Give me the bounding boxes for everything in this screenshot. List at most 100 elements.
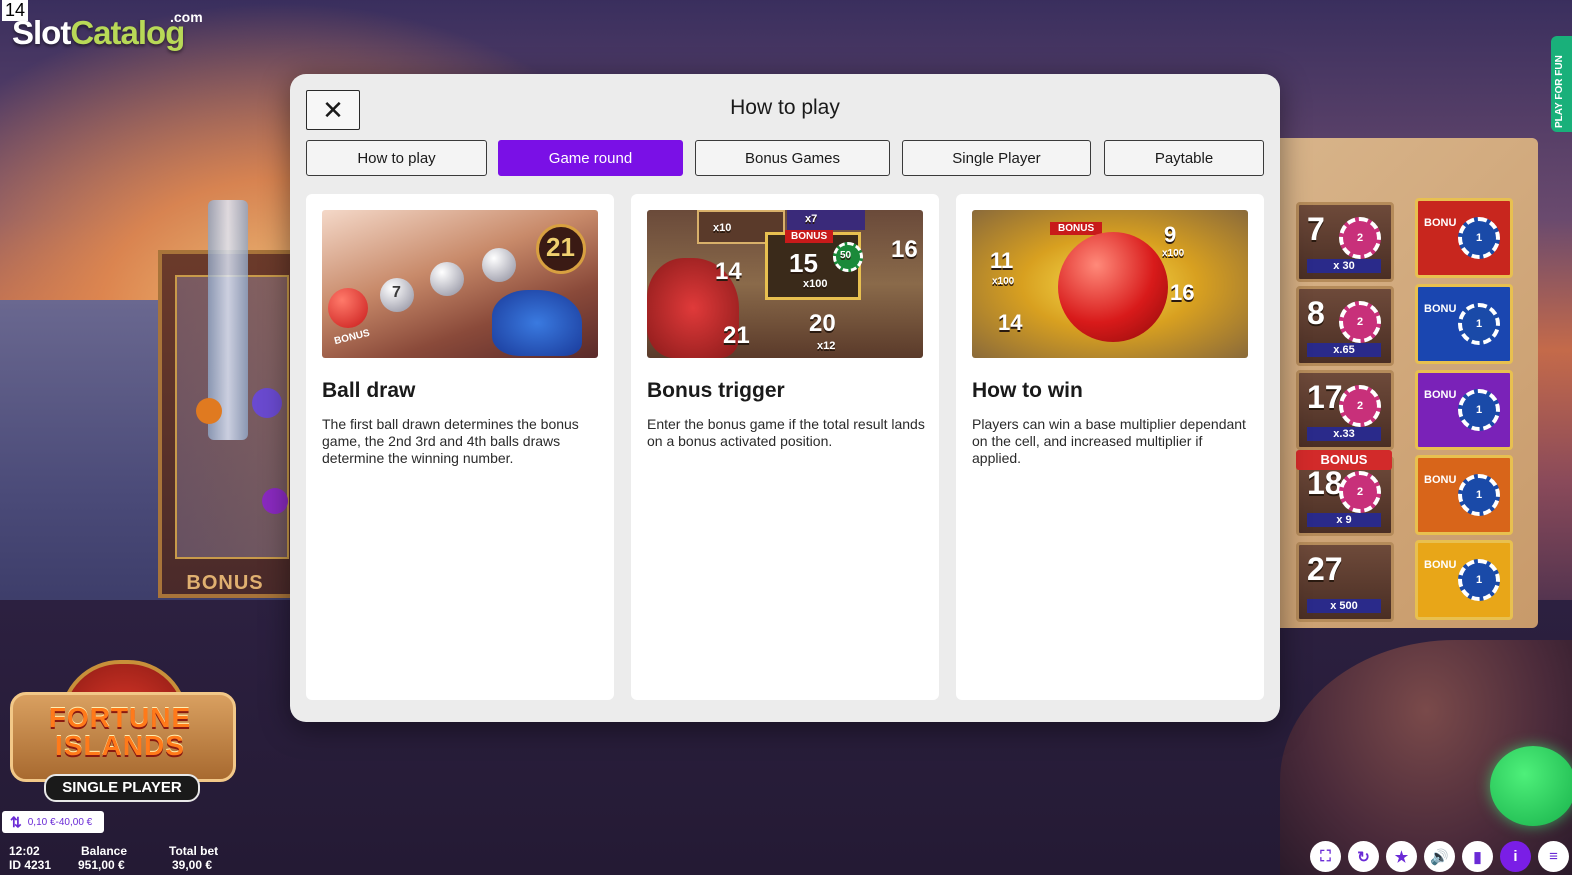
cell-number: 20	[809, 310, 836, 337]
multiplier-label: x100	[992, 276, 1015, 287]
logo-title-line2: ISLANDS	[55, 730, 185, 761]
bonus-trigger-illustration: x10 x7 14 BONUS 15 50 x100 16 21 20 x12	[647, 210, 923, 358]
card-title: Bonus trigger	[647, 379, 785, 402]
play-for-fun-tab[interactable]: PLAY FOR FUN	[1551, 36, 1572, 132]
board-cell-multiplier: x 500	[1307, 599, 1381, 613]
card-description: Enter the bonus game if the total result…	[647, 416, 925, 449]
hud-balance-value: 951,00 €	[78, 858, 125, 872]
autoplay-icon: ↻	[1357, 848, 1370, 866]
board-cell: 17 2 x.33	[1296, 370, 1394, 450]
board-cell-multiplier: x.33	[1307, 427, 1381, 441]
bet-range-button[interactable]: ⇅ 0,10 €-40,00 €	[2, 811, 104, 833]
tab-single-player[interactable]: Single Player	[902, 140, 1091, 176]
fullscreen-button[interactable]: ⛶	[1310, 841, 1341, 872]
card-how-to-win: 11 x100 14 BONUS 9 x100 16 How to win Pl…	[956, 194, 1264, 700]
modal-title: How to play	[730, 96, 840, 119]
board-bonus-chip: 1	[1458, 474, 1500, 516]
spin-button[interactable]	[1490, 746, 1572, 826]
grid-cell	[787, 210, 865, 230]
ball-number: 7	[392, 284, 401, 301]
multiplier-label: x7	[805, 213, 818, 225]
bonus-tag: BONUS	[333, 327, 371, 348]
hud-time: 12:02	[9, 844, 40, 858]
board-cell-multiplier: x 9	[1307, 513, 1381, 527]
brand-slot: Slot	[12, 14, 71, 51]
tab-how-to-play[interactable]: How to play	[306, 140, 487, 176]
brand-logo: SlotCatalog	[12, 14, 185, 52]
ship-sail-icon	[492, 290, 582, 356]
hud-session-id: ID 4231	[9, 858, 52, 872]
board-bonus-cell-label: BONU	[1424, 217, 1457, 229]
stats-icon: ▮	[1473, 848, 1482, 866]
board-bonus-cell-label: BONU	[1424, 389, 1457, 401]
game-logo: FORTUNE ISLANDS SINGLE PLAYER	[4, 630, 236, 802]
machine-ball	[262, 488, 288, 514]
multiplier-label: x10	[713, 222, 732, 234]
tab-game-round[interactable]: Game round	[498, 140, 683, 176]
board-cell: 72x 30	[1296, 202, 1394, 282]
silver-ball-icon	[430, 262, 464, 296]
board-bonus-cell: BONU 1	[1415, 284, 1513, 364]
board-cell-number: 7	[1307, 211, 1325, 247]
hud-balance-label: Balance	[81, 844, 128, 858]
board-bonus-cell-label: BONU	[1424, 559, 1457, 571]
board-cell-chip: 2	[1339, 217, 1381, 259]
board-cell-chip: 2	[1339, 471, 1381, 513]
hud-total-bet-value: 39,00 €	[172, 858, 213, 872]
machine-ball	[196, 398, 222, 424]
card-title: Ball draw	[322, 379, 416, 402]
cell-number: 16	[891, 236, 918, 263]
board-cell-multiplier: x.65	[1307, 343, 1381, 357]
multiplier-label: x12	[817, 340, 836, 352]
how-to-win-illustration: 11 x100 14 BONUS 9 x100 16	[972, 210, 1248, 358]
board-bonus-cell-label: BONU	[1424, 474, 1457, 486]
board-cell-multiplier: x 30	[1307, 259, 1381, 273]
board-bonus-cell: BONU 1	[1415, 198, 1513, 278]
silver-ball-icon	[482, 248, 516, 282]
multiplier-label: x100	[803, 278, 828, 290]
bonus-ribbon: BONUS	[1296, 450, 1392, 470]
tab-bonus-games[interactable]: Bonus Games	[695, 140, 890, 176]
stats-button[interactable]: ▮	[1462, 841, 1493, 872]
cell-number: 9	[1164, 222, 1177, 247]
board-cell: 8 2 x.65	[1296, 286, 1394, 366]
fullscreen-icon: ⛶	[1320, 848, 1331, 865]
board-bonus-chip: 1	[1458, 303, 1500, 345]
bet-range-label: 0,10 €-40,00 €	[27, 816, 93, 828]
autoplay-button[interactable]: ↻	[1348, 841, 1379, 872]
board-bonus-cell-label: BONU	[1424, 303, 1457, 315]
chip-value: 50	[840, 250, 852, 261]
sound-icon: 🔊	[1430, 848, 1449, 866]
ball-draw-illustration: 7 21 BONUS	[322, 210, 598, 358]
info-button[interactable]: i	[1500, 841, 1531, 872]
machine-ball	[252, 388, 282, 418]
play-for-fun-label: PLAY FOR FUN	[1554, 55, 1565, 128]
favorite-star-button[interactable]: ★	[1386, 841, 1417, 872]
how-to-play-modal: ✕ How to play How to play Game round Bon…	[290, 74, 1280, 722]
result-number: 21	[546, 232, 575, 262]
multiplier-label: x100	[1162, 248, 1185, 259]
cell-number: 21	[723, 322, 750, 349]
board-bonus-chip: 1	[1458, 389, 1500, 431]
info-icon: i	[1513, 848, 1518, 865]
board-bonus-chip: 1	[1458, 559, 1500, 601]
card-description: The first ball drawn determines the bonu…	[322, 416, 579, 466]
favorite-star-icon: ★	[1394, 848, 1409, 866]
hud-button-bar: ⛶ ↻ ★ 🔊 ▮ i ≡	[1310, 841, 1569, 872]
tab-paytable[interactable]: Paytable	[1104, 140, 1264, 176]
cell-number: 15	[789, 248, 818, 278]
red-bonus-ball-icon	[1058, 232, 1168, 342]
board-cell-number: 8	[1307, 295, 1325, 331]
board-bonus-cell: BONU 1	[1415, 540, 1513, 620]
board-cell-chip: 2	[1339, 385, 1381, 427]
menu-icon: ≡	[1549, 848, 1558, 865]
cell-number: 11	[990, 248, 1014, 273]
red-bonus-ball-icon	[328, 288, 368, 328]
sound-button[interactable]: 🔊	[1424, 841, 1455, 872]
brand-catalog: Catalog	[70, 14, 185, 51]
board-cell-number: 17	[1307, 379, 1343, 415]
card-ball-draw: 7 21 BONUS Ball draw The first ball draw…	[306, 194, 614, 700]
board-cell-number: 27	[1307, 551, 1343, 587]
bonus-ribbon: BONUS	[785, 230, 834, 243]
menu-button[interactable]: ≡	[1538, 841, 1569, 872]
